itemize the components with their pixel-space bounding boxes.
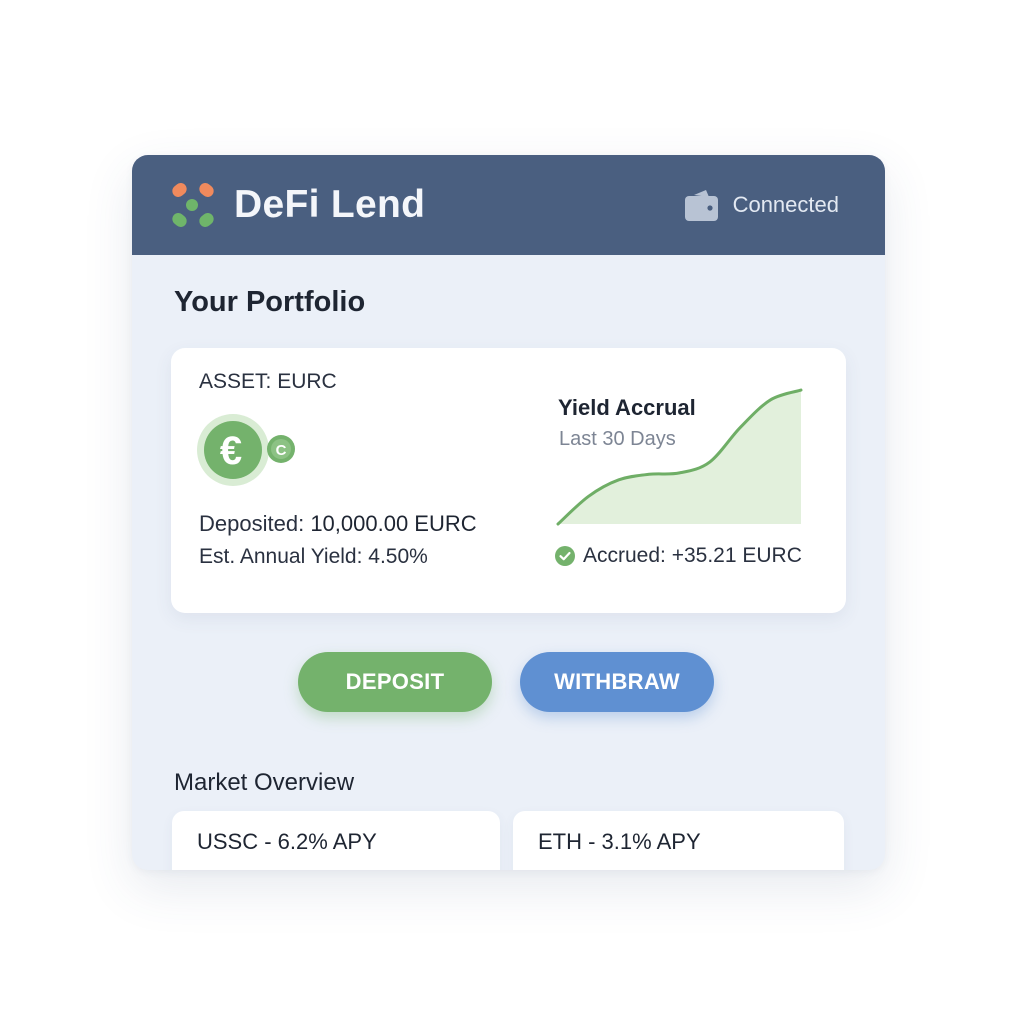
coin-symbol: € <box>220 429 242 473</box>
wallet-status[interactable]: Connected <box>684 188 839 222</box>
app-title: DeFi Lend <box>234 183 426 226</box>
logo-dot-green-right <box>196 210 217 230</box>
yield-line: Est. Annual Yield: 4.50% <box>199 545 428 569</box>
wallet-status-text: Connected <box>732 192 839 217</box>
euro-coin-icon: € C <box>197 414 295 486</box>
market-item-label: ETH - 3.1% APY <box>538 829 701 854</box>
lend-logo-icon <box>169 180 218 230</box>
market-heading: Market Overview <box>174 769 355 796</box>
accrued-row: Accrued: +35.21 EURC <box>555 542 802 570</box>
market-item-label: USSC - 6.2% APY <box>197 829 377 854</box>
accrued-text: Accrued: +35.21 EURC <box>583 544 802 567</box>
asset-card: ASSET: EURC € C Deposited: 10,000.00 EUR… <box>171 348 846 613</box>
chart-subtitle: Last 30 Days <box>559 428 676 450</box>
logo-dot-green-center <box>186 199 198 211</box>
asset-label: ASSET: EURC <box>199 370 337 393</box>
wallet-icon <box>684 190 718 221</box>
deposited-label: Deposited: <box>199 511 305 536</box>
app-window: DeFi Lend Connected Your Portfolio ASSET… <box>132 155 885 870</box>
yield-value: 4.50% <box>368 545 428 568</box>
chart-title: Yield Accrual <box>558 395 696 420</box>
yield-label: Est. Annual Yield: <box>199 545 363 568</box>
withdraw-button[interactable]: WITHBRAW <box>520 652 714 712</box>
logo-dot-orange-right <box>196 180 217 200</box>
deposit-button[interactable]: DEPOSIT <box>298 652 492 712</box>
app-header: DeFi Lend Connected <box>132 155 885 255</box>
market-item-eth[interactable]: ETH - 3.1% APY <box>513 811 844 870</box>
coin-badge: C <box>276 442 287 459</box>
deposited-value: 10,000.00 EURC <box>310 511 477 536</box>
deposited-line: Deposited: 10,000.00 EURC <box>199 511 477 537</box>
portfolio-heading: Your Portfolio <box>174 286 366 318</box>
check-circle-icon <box>555 546 575 566</box>
logo-dot-orange-left <box>169 180 190 200</box>
logo-dot-green-left <box>169 210 190 230</box>
market-item-ussc[interactable]: USSC - 6.2% APY <box>172 811 500 870</box>
